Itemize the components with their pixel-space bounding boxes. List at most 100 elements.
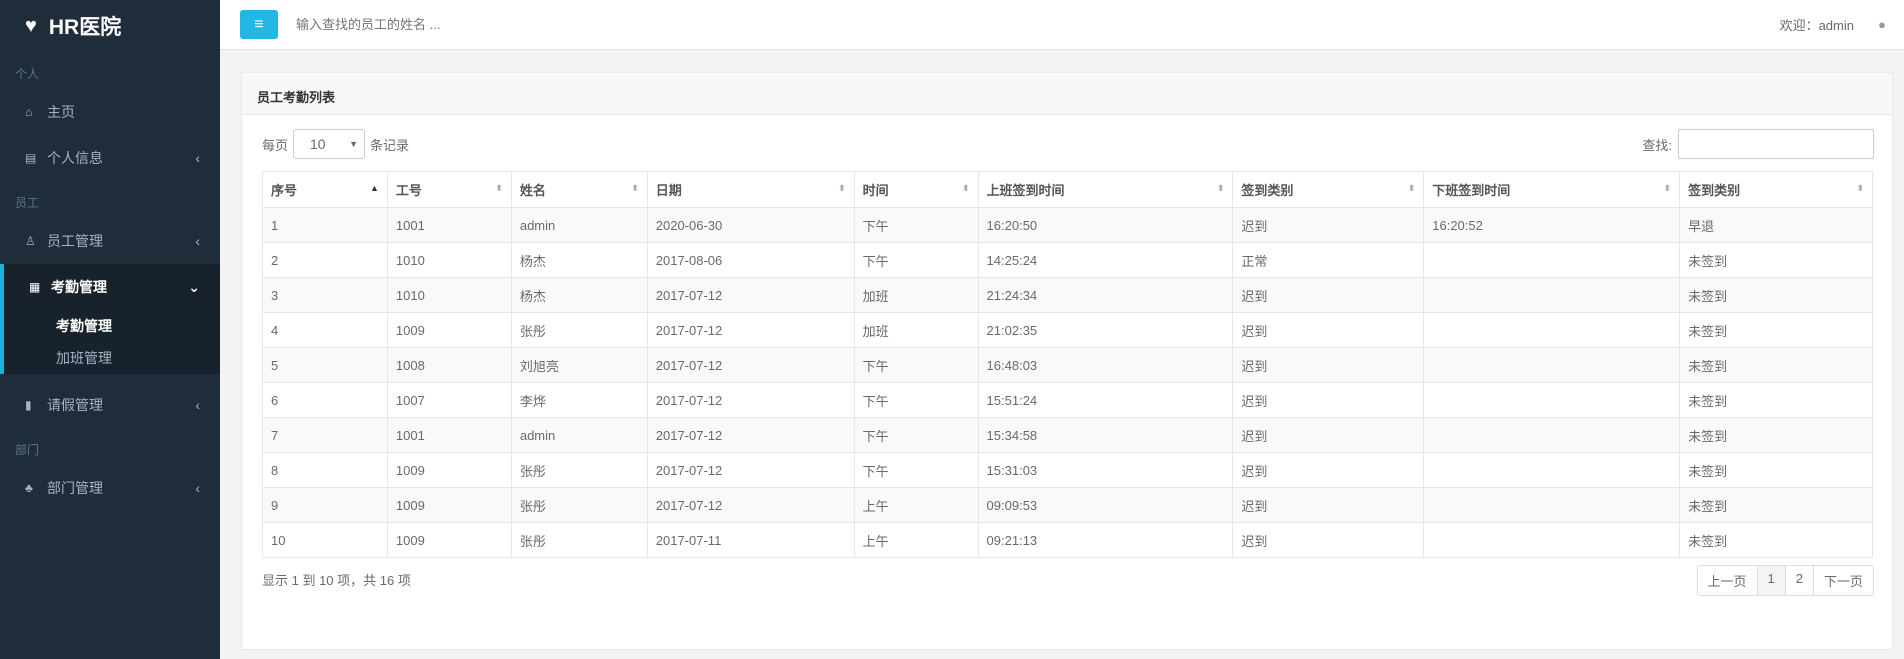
- table-cell: 1010: [386, 242, 512, 278]
- search-label: 查找:: [1642, 137, 1672, 153]
- sidebar-item-profile[interactable]: ▤ 个人信息 ‹: [0, 135, 220, 181]
- table-cell: 7: [262, 417, 388, 453]
- section-label: 个人: [15, 67, 40, 81]
- page-2-button[interactable]: 2: [1784, 566, 1813, 595]
- column-label: 下班签到时间: [1432, 183, 1511, 198]
- table-cell: 未签到: [1679, 452, 1873, 488]
- app-logo[interactable]: ♥ HR医院: [0, 0, 220, 52]
- column-label: 签到类别: [1688, 183, 1741, 198]
- table-cell: 迟到: [1232, 347, 1425, 383]
- column-label: 时间: [862, 183, 889, 198]
- table-cell: 1009: [386, 522, 512, 558]
- table-cell: 2017-07-12: [646, 347, 855, 383]
- caret-down-icon: ▼: [349, 139, 359, 149]
- table-cell: 张彤: [510, 452, 648, 488]
- table-cell: 未签到: [1679, 417, 1873, 453]
- sort-icon: ⬍: [838, 183, 846, 193]
- per-page-suffix: 条记录: [370, 137, 410, 153]
- table-cell: 2017-07-12: [646, 277, 855, 313]
- employee-search-input[interactable]: [296, 17, 696, 32]
- sort-icon: ⬍: [1216, 183, 1225, 193]
- sort-icon: ⬍: [631, 183, 639, 193]
- table-cell: 2017-07-12: [646, 452, 855, 488]
- table-cell: 下午: [853, 242, 979, 278]
- column-label: 日期: [655, 183, 682, 198]
- table-row: 2 1010 杨杰 2017-08-06 下午 14:25:24 正常 未签到: [262, 242, 1873, 278]
- sidebar-subitem-attendance[interactable]: 考勤管理: [4, 310, 220, 342]
- column-header[interactable]: 签到类别 ⬍: [1232, 171, 1425, 208]
- table-cell: [1423, 347, 1681, 383]
- sidebar-item-attendance[interactable]: ▦ 考勤管理 ⌄: [4, 264, 220, 310]
- table-row: 7 1001 admin 2017-07-12 下午 15:34:58 迟到 未签到: [262, 417, 1873, 453]
- table-cell: 未签到: [1679, 382, 1873, 418]
- sidebar: ♥ HR医院 个人 ⌂ 主页 ▤ 个人信息 ‹ 员工 ♙ 员工管理 ‹ ▦ 考勤管理 ⌄ 考勤管…: [0, 0, 220, 659]
- table-cell: 2017-07-12: [646, 382, 855, 418]
- table-cell: [1423, 312, 1681, 348]
- table-cell: 张彤: [510, 522, 648, 558]
- heartbeat-icon: ♥: [25, 14, 37, 37]
- sidebar-item-home[interactable]: ⌂ 主页: [0, 89, 220, 135]
- table-cell: 14:25:24: [977, 242, 1234, 278]
- table-cell: 正常: [1232, 242, 1425, 278]
- table-cell: 3: [262, 277, 388, 313]
- table-row: 8 1009 张彤 2017-07-12 下午 15:31:03 迟到 未签到: [262, 452, 1873, 488]
- user-icon[interactable]: ●: [1878, 17, 1886, 32]
- table-cell: 迟到: [1232, 207, 1425, 243]
- table-cell: 下午: [853, 417, 979, 453]
- column-header[interactable]: 签到类别 ⬍: [1679, 171, 1873, 208]
- user-icon: ♙: [25, 234, 36, 248]
- sidebar-item-employees[interactable]: ♙ 员工管理 ‹: [0, 218, 220, 264]
- table-cell: 上午: [853, 522, 979, 558]
- table-cell: 15:34:58: [977, 417, 1234, 453]
- welcome-text: 欢迎：admin: [1779, 18, 1854, 33]
- table-cell: admin: [510, 417, 648, 453]
- column-header[interactable]: 姓名 ⬍: [510, 171, 648, 208]
- column-header[interactable]: 时间 ⬍: [853, 171, 979, 208]
- column-header[interactable]: 日期 ⬍: [646, 171, 855, 208]
- table-cell: 1001: [386, 417, 512, 453]
- table-cell: 迟到: [1232, 487, 1425, 523]
- table-cell: [1423, 277, 1681, 313]
- table-cell: 张彤: [510, 312, 648, 348]
- table-cell: 2017-07-12: [646, 417, 855, 453]
- table-search-input[interactable]: [1678, 129, 1874, 159]
- prev-page-button[interactable]: 上一页: [1698, 566, 1757, 595]
- sidebar-item-departments[interactable]: ♣ 部门管理 ‹: [0, 465, 220, 511]
- sidebar-item-label: 请假管理: [47, 397, 103, 413]
- table-cell: 迟到: [1232, 522, 1425, 558]
- column-header[interactable]: 上班签到时间 ⬍: [977, 171, 1234, 208]
- next-page-button[interactable]: 下一页: [1812, 566, 1873, 595]
- column-header[interactable]: 工号 ⬍: [386, 171, 512, 208]
- sidebar-subitem-overtime[interactable]: 加班管理: [4, 342, 220, 374]
- table-cell: [1423, 522, 1681, 558]
- table-cell: 21:24:34: [977, 277, 1234, 313]
- sidebar-item-leave[interactable]: ▮ 请假管理 ‹: [0, 382, 220, 428]
- table-cell: admin: [510, 207, 648, 243]
- column-header[interactable]: 下班签到时间 ⬍: [1423, 171, 1681, 208]
- table-cell: 1008: [386, 347, 512, 383]
- table-cell: 16:48:03: [977, 347, 1234, 383]
- chevron-left-icon: ‹: [195, 480, 200, 496]
- table-cell: 未签到: [1679, 487, 1873, 523]
- per-page-select[interactable]: 10 ▼: [293, 129, 366, 159]
- page-1-button[interactable]: 1: [1756, 566, 1785, 595]
- sidebar-item-label: 主页: [47, 104, 75, 120]
- column-label: 序号: [271, 183, 298, 198]
- column-label: 签到类别: [1241, 183, 1294, 198]
- sidebar-item-label: 个人信息: [47, 150, 103, 166]
- table-cell: 下午: [853, 207, 979, 243]
- sidebar-item-label: 考勤管理: [51, 279, 107, 295]
- table-cell: 未签到: [1679, 347, 1873, 383]
- table-row: 1 1001 admin 2020-06-30 下午 16:20:50 迟到 16:20:52…: [262, 207, 1873, 243]
- sort-asc-icon: ▲: [370, 183, 379, 193]
- column-header[interactable]: 序号 ▲: [262, 171, 388, 208]
- top-bar: ≡ 欢迎：admin ●: [220, 0, 1904, 50]
- table-cell: 1009: [386, 312, 512, 348]
- table-cell: [1423, 382, 1681, 418]
- calendar-icon: ▦: [29, 280, 41, 294]
- table-cell: [1423, 417, 1681, 453]
- section-label: 员工: [15, 196, 40, 210]
- table-cell: 1001: [386, 207, 512, 243]
- attendance-panel: 员工考勤列表 每页 10 ▼ 条记录 查找: 序号 ▲ 工号 ⬍ 姓名 ⬍ 日期 ⬍ 时间 ⬍ 上班签…: [241, 72, 1893, 650]
- menu-toggle-button[interactable]: ≡: [240, 10, 278, 39]
